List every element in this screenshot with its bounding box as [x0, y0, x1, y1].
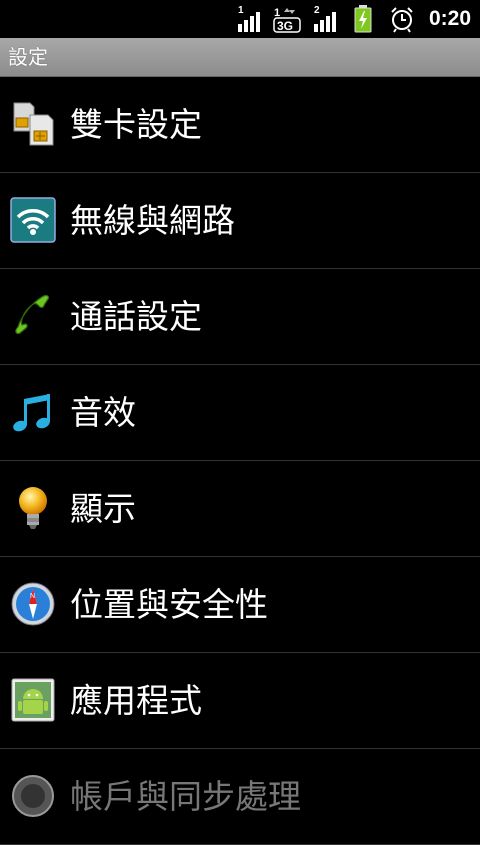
settings-item-label: 位置與安全性 [70, 585, 268, 624]
settings-item-label: 通話設定 [70, 297, 202, 336]
wireless-icon [10, 197, 56, 243]
settings-item-label: 帳戶與同步處理 [70, 777, 301, 816]
settings-item-dual-sim[interactable]: 雙卡設定 [0, 77, 480, 173]
settings-item-accounts-sync[interactable]: 帳戶與同步處理 [0, 749, 480, 845]
phone-icon [15, 294, 50, 335]
settings-item-label: 顯示 [70, 489, 136, 528]
settings-item-label: 音效 [70, 393, 136, 432]
settings-item-wireless[interactable]: 無線與網路 [0, 173, 480, 269]
android-icon [11, 678, 55, 722]
settings-item-sound[interactable]: 音效 [0, 365, 480, 461]
music-note-icon [13, 394, 50, 432]
settings-item-label: 無線與網路 [70, 201, 235, 240]
settings-item-label: 應用程式 [70, 681, 202, 720]
dual-sim-icon [13, 102, 54, 146]
compass-icon: N [11, 582, 55, 626]
signal-sim1-icon: 1 [238, 5, 260, 32]
page-title: 設定 [8, 45, 48, 69]
battery-charging-icon [354, 5, 372, 33]
settings-item-location-security[interactable]: N 位置與安全性 [0, 557, 480, 653]
settings-item-label: 雙卡設定 [70, 105, 202, 144]
svg-text:N: N [30, 593, 35, 600]
settings-item-call[interactable]: 通話設定 [0, 269, 480, 365]
3g-data-icon: 1 3G [273, 7, 301, 33]
network-type-label: 3G [277, 19, 293, 33]
sim1-label: 1 [238, 5, 244, 16]
status-bar: 1 1 3G 2 0:20 [0, 0, 480, 38]
svg-text:1: 1 [274, 7, 280, 19]
status-time: 0:20 [428, 7, 471, 30]
sim2-label: 2 [314, 5, 320, 16]
light-bulb-icon [19, 487, 47, 529]
settings-item-display[interactable]: 顯示 [0, 461, 480, 557]
settings-list: 雙卡設定 無線與網路 通話設定 音效 顯示 N 位置與安全性 應用程式 帳戶與同… [0, 77, 480, 845]
settings-item-applications[interactable]: 應用程式 [0, 653, 480, 749]
sync-icon [12, 775, 54, 817]
signal-sim2-icon: 2 [314, 5, 336, 32]
alarm-icon [391, 7, 413, 33]
title-bar: 設定 [0, 38, 480, 77]
